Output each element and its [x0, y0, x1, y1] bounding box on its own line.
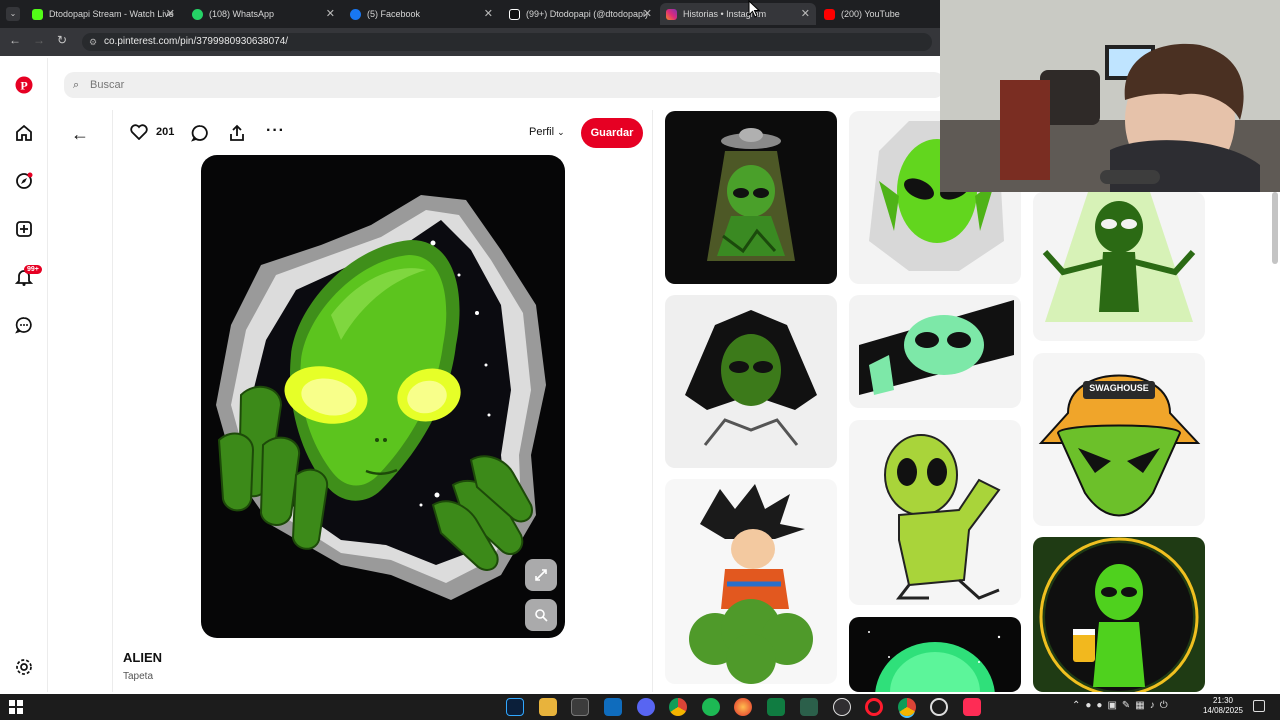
back-arrow-icon[interactable]: ←	[71, 124, 89, 145]
heart-icon	[130, 124, 148, 140]
search-icon: ⌕	[73, 79, 80, 91]
reload-icon[interactable]: ↻	[57, 33, 67, 47]
pin-title: ALIEN	[123, 650, 162, 665]
svg-text:P: P	[20, 79, 27, 93]
related-pin-card[interactable]	[849, 295, 1021, 408]
home-icon[interactable]	[12, 121, 36, 145]
chrome-icon[interactable]	[669, 698, 687, 716]
alien-stripe-image	[859, 300, 1014, 395]
obs-icon[interactable]	[833, 698, 851, 716]
calculator-icon[interactable]	[571, 698, 589, 716]
back-icon[interactable]: ←	[9, 33, 21, 47]
pin-subtitle[interactable]: Tapeta	[123, 671, 153, 682]
kick-icon	[32, 8, 43, 20]
alien-torn-paper-image	[685, 310, 817, 446]
explore-icon[interactable]	[12, 169, 36, 193]
tab-facebook[interactable]: (5) Facebook ✕	[344, 3, 499, 25]
page-scrollbar[interactable]	[1272, 192, 1278, 264]
chrome-active-icon[interactable]	[898, 698, 916, 716]
related-pin-card[interactable]	[849, 420, 1021, 605]
browser-tab-bar: ⌄ Dtodopapi Stream - Watch Live ✕ (108) …	[0, 0, 940, 28]
firefox-icon[interactable]	[734, 698, 752, 716]
tab-list-chevron-icon[interactable]: ⌄	[6, 7, 20, 21]
start-button[interactable]	[9, 700, 23, 714]
related-pin-card[interactable]	[1033, 537, 1205, 692]
tab-whatsapp[interactable]: (108) WhatsApp ✕	[186, 3, 341, 25]
discord-icon[interactable]	[637, 698, 655, 716]
search-input[interactable]: ⌕ Buscar	[64, 72, 944, 98]
share-icon[interactable]	[228, 124, 246, 142]
tiktok-icon	[509, 8, 520, 20]
close-tab-icon[interactable]: ✕	[326, 7, 335, 20]
close-tab-icon[interactable]: ✕	[643, 7, 652, 20]
alien-ufo-image	[707, 128, 795, 261]
close-tab-icon[interactable]: ✕	[166, 7, 175, 20]
whatsapp-icon	[192, 8, 203, 20]
clock-time: 21:30	[1212, 696, 1234, 705]
notification-badge: 99+	[24, 265, 42, 274]
expand-icon[interactable]	[525, 559, 557, 591]
facebook-icon	[350, 8, 361, 20]
tab-kick[interactable]: Dtodopapi Stream - Watch Live ✕	[26, 3, 181, 25]
mouse-cursor-icon	[748, 0, 760, 18]
create-icon[interactable]	[12, 217, 36, 241]
obs-studio-icon[interactable]	[930, 698, 948, 716]
related-pin-card[interactable]: SWAGHOUSE	[1033, 353, 1205, 526]
settings-icon[interactable]	[12, 655, 36, 679]
pin-main-image[interactable]	[201, 155, 565, 638]
tab-tiktok[interactable]: (99+) Dtodopapi (@dtodopapi) ✕	[503, 3, 658, 25]
profile-dropdown[interactable]: Perfil ⌄	[529, 126, 565, 138]
alien-illustration	[216, 195, 546, 600]
forward-icon[interactable]: →	[33, 33, 45, 47]
app-icon[interactable]	[800, 698, 818, 716]
alien-planet-image	[868, 631, 1001, 692]
alien-dab-image	[884, 434, 1001, 600]
outlook-icon[interactable]	[604, 698, 622, 716]
close-tab-icon[interactable]: ✕	[801, 7, 810, 20]
related-pin-card[interactable]	[665, 111, 837, 284]
related-pin-card[interactable]	[849, 617, 1021, 692]
photoshop-icon[interactable]	[506, 698, 524, 716]
visual-search-icon[interactable]	[525, 599, 557, 631]
pinterest-sidebar: P 99+	[0, 58, 48, 692]
clock-date: 14/08/2025	[1202, 706, 1244, 715]
spotify-icon[interactable]	[702, 698, 720, 716]
save-button[interactable]: Guardar	[581, 118, 643, 148]
goku-cloud-image	[689, 484, 813, 684]
system-tray[interactable]: ⌃●●▣✎▦♪⏻	[1072, 700, 1173, 711]
youtube-icon	[824, 8, 835, 20]
alien-abduction-image	[1042, 192, 1196, 322]
site-info-icon[interactable]: ⚙	[89, 33, 97, 51]
file-explorer-icon[interactable]	[539, 698, 557, 716]
like-button[interactable]: 201	[130, 124, 174, 140]
webcam-overlay	[940, 0, 1280, 192]
webcam-feed-image	[940, 0, 1280, 192]
close-tab-icon[interactable]: ✕	[484, 7, 493, 20]
clock[interactable]: 21:30 14/08/2025	[1199, 696, 1247, 716]
related-pin-card[interactable]	[665, 295, 837, 468]
instagram-icon	[666, 8, 677, 20]
related-pin-card[interactable]	[1033, 192, 1205, 341]
pinterest-logo-icon[interactable]: P	[12, 73, 36, 97]
tab-youtube[interactable]: (200) YouTube	[818, 3, 938, 25]
messages-icon[interactable]	[12, 313, 36, 337]
alien-beer-neon-image	[1039, 537, 1199, 692]
opera-icon[interactable]	[865, 698, 883, 716]
comment-icon[interactable]	[191, 124, 209, 142]
chevron-down-icon: ⌄	[557, 127, 565, 137]
like-count: 201	[156, 126, 175, 138]
alien-bucket-hat-image	[1038, 374, 1201, 517]
related-pin-card[interactable]	[665, 479, 837, 684]
tab-instagram[interactable]: Historias • Instagram ✕	[660, 3, 816, 25]
excel-icon[interactable]	[767, 698, 785, 716]
tiktok-live-icon[interactable]	[963, 698, 981, 716]
notification-center-icon[interactable]	[1253, 700, 1265, 712]
more-options-icon[interactable]: ···	[266, 122, 285, 140]
swaghouse-hat-text: SWAGHOUSE	[1089, 383, 1149, 393]
search-placeholder: Buscar	[90, 79, 125, 91]
address-bar[interactable]: ⚙ co.pinterest.com/pin/379998093063807​4…	[82, 33, 932, 51]
